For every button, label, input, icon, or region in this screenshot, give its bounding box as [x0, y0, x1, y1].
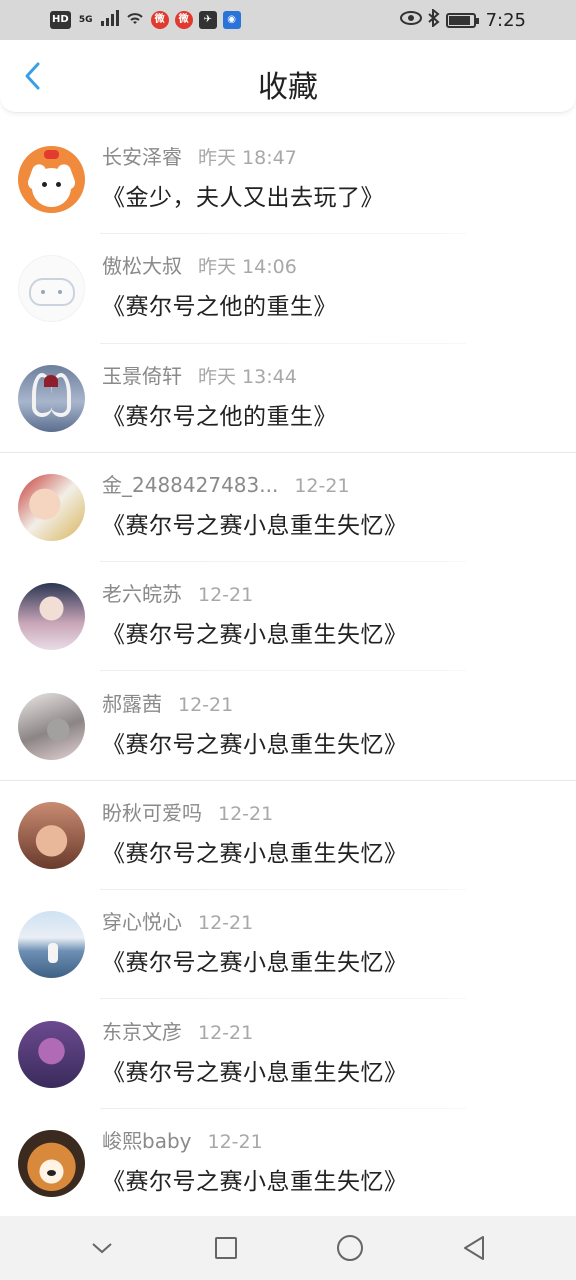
status-right-icons: 7:25 — [399, 7, 526, 32]
circle-icon — [337, 1235, 363, 1261]
book-title[interactable]: 《赛尔号之赛小息重生失忆》 — [102, 615, 408, 649]
timestamp: 12-21 — [294, 475, 350, 498]
page-title: 收藏 — [258, 70, 318, 105]
app-header: 收藏 — [0, 40, 576, 113]
eye-icon — [399, 10, 422, 30]
recents-button[interactable] — [204, 1226, 248, 1270]
list-item[interactable]: 郝露茜 12-21 《赛尔号之赛小息重生失忆》 — [0, 671, 576, 782]
list-item[interactable]: 傲松大叔 昨天 14:06 《赛尔号之他的重生》 — [0, 234, 576, 344]
status-bar: HD 5G 微 微 ✈ ◉ 7:25 — [0, 0, 576, 40]
avatar[interactable] — [18, 146, 85, 214]
book-title[interactable]: 《赛尔号之他的重生》 — [102, 397, 337, 431]
weibo-icon: 微 — [150, 11, 169, 29]
timestamp: 12-21 — [198, 584, 254, 607]
network-type: 5G — [78, 15, 93, 25]
hide-nav-button[interactable] — [80, 1226, 124, 1270]
wifi-icon — [125, 10, 145, 31]
username[interactable]: 老六皖苏 — [102, 578, 182, 607]
book-title[interactable]: 《赛尔号之赛小息重生失忆》 — [102, 1162, 408, 1196]
avatar[interactable] — [18, 474, 85, 542]
timestamp: 12-21 — [207, 1130, 263, 1153]
hd-icon: HD — [50, 11, 71, 29]
timestamp: 昨天 18:47 — [198, 147, 297, 170]
username[interactable]: 长安泽睿 — [102, 141, 182, 170]
timestamp: 12-21 — [218, 802, 274, 825]
list-item[interactable]: 穿心悦心 12-21 《赛尔号之赛小息重生失忆》 — [0, 890, 576, 1000]
clock: 7:25 — [485, 9, 526, 31]
avatar[interactable] — [18, 692, 85, 760]
list-item[interactable]: 东京文彦 12-21 《赛尔号之赛小息重生失忆》 — [0, 999, 576, 1109]
timestamp: 昨天 13:44 — [198, 365, 297, 388]
square-icon — [215, 1237, 237, 1259]
avatar[interactable] — [18, 801, 85, 869]
book-title[interactable]: 《赛尔号之赛小息重生失忆》 — [102, 1053, 408, 1087]
triangle-back-icon — [464, 1236, 484, 1260]
book-title[interactable]: 《赛尔号之他的重生》 — [102, 287, 337, 321]
bluetooth-icon — [427, 7, 440, 32]
avatar[interactable] — [18, 1020, 85, 1088]
home-button[interactable] — [328, 1226, 372, 1270]
bulb-icon: ◉ — [222, 11, 241, 29]
username[interactable]: 东京文彦 — [102, 1016, 182, 1045]
timestamp: 12-21 — [198, 912, 254, 935]
avatar[interactable] — [18, 583, 85, 651]
book-title[interactable]: 《赛尔号之赛小息重生失忆》 — [102, 506, 408, 540]
book-title[interactable]: 《金少，夫人又出去玩了》 — [102, 178, 384, 212]
avatar[interactable] — [18, 911, 85, 979]
book-title[interactable]: 《赛尔号之赛小息重生失忆》 — [102, 725, 408, 759]
back-nav-button[interactable] — [452, 1226, 496, 1270]
messenger-icon: ✈ — [198, 11, 217, 29]
avatar[interactable] — [18, 364, 85, 432]
list-item[interactable]: 峻熙baby 12-21 《赛尔号之赛小息重生失忆》 — [0, 1109, 576, 1219]
username[interactable]: 玉景倚轩 — [102, 360, 182, 389]
list-item[interactable]: 盼秋可爱吗 12-21 《赛尔号之赛小息重生失忆》 — [0, 781, 576, 891]
timestamp: 12-21 — [198, 1021, 254, 1044]
avatar[interactable] — [18, 255, 85, 323]
avatar[interactable] — [18, 1129, 85, 1197]
username[interactable]: 峻熙baby — [102, 1125, 191, 1154]
username[interactable]: 郝露茜 — [102, 688, 162, 717]
status-left-icons: HD 5G 微 微 ✈ ◉ — [50, 9, 241, 31]
chevron-down-icon — [92, 1243, 112, 1254]
username[interactable]: 穿心悦心 — [102, 906, 182, 935]
book-title[interactable]: 《赛尔号之赛小息重生失忆》 — [102, 834, 408, 868]
username[interactable]: 傲松大叔 — [102, 250, 182, 279]
list-item[interactable]: 长安泽睿 昨天 18:47 《金少，夫人又出去玩了》 — [0, 125, 576, 235]
timestamp: 12-21 — [178, 693, 234, 716]
battery-icon — [445, 12, 479, 28]
weibo-icon: 微 — [174, 11, 193, 29]
list-item[interactable]: 金_2488427483... 12-21 《赛尔号之赛小息重生失忆》 — [0, 453, 576, 563]
signal-icon — [100, 9, 119, 31]
username[interactable]: 盼秋可爱吗 — [102, 797, 202, 826]
book-title[interactable]: 《赛尔号之赛小息重生失忆》 — [102, 943, 408, 977]
list-item[interactable]: 玉景倚轩 昨天 13:44 《赛尔号之他的重生》 — [0, 344, 576, 454]
favorites-list: 长安泽睿 昨天 18:47 《金少，夫人又出去玩了》 傲松大叔 昨天 14:06… — [0, 125, 576, 1219]
username[interactable]: 金_2488427483... — [102, 469, 278, 498]
system-nav-bar — [0, 1216, 576, 1280]
list-item[interactable]: 老六皖苏 12-21 《赛尔号之赛小息重生失忆》 — [0, 562, 576, 672]
timestamp: 昨天 14:06 — [198, 256, 297, 279]
